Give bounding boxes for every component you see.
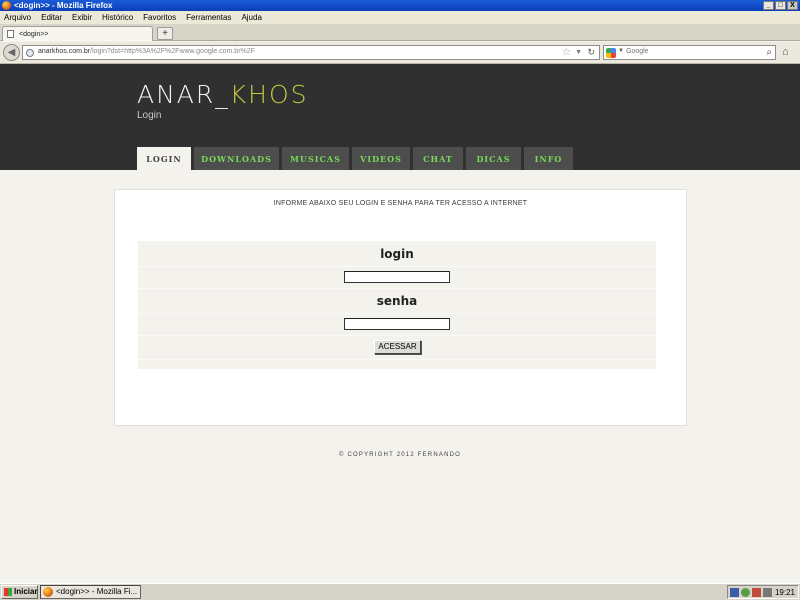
menu-ajuda[interactable]: Ajuda bbox=[241, 11, 261, 24]
menu-arquivo[interactable]: Arquivo bbox=[4, 11, 31, 24]
tab-label: <dogin>> bbox=[19, 30, 49, 38]
senha-input-row bbox=[138, 314, 656, 336]
page-icon bbox=[7, 30, 14, 38]
url-path: /login?dst=http%3A%2F%2Fwww.google.com.b… bbox=[90, 48, 255, 55]
home-icon[interactable]: ⌂ bbox=[782, 46, 789, 58]
navigation-toolbar: ◀ anarkhos.com.br/login?dst=http%3A%2F%2… bbox=[0, 42, 800, 64]
content-box: INFORME ABAIXO SEU LOGIN E SENHA PARA TE… bbox=[114, 189, 687, 426]
windows-logo-icon bbox=[4, 588, 12, 596]
url-bar[interactable]: anarkhos.com.br/login?dst=http%3A%2F%2Fw… bbox=[22, 45, 600, 60]
url-domain: anarkhos.com.br bbox=[38, 48, 91, 55]
google-icon[interactable] bbox=[606, 48, 616, 58]
minimize-button[interactable]: _ bbox=[763, 1, 774, 10]
menu-historico[interactable]: Histórico bbox=[102, 11, 133, 24]
shield-icon[interactable] bbox=[752, 587, 761, 597]
site-identity-icon[interactable] bbox=[26, 49, 34, 57]
network-icon[interactable] bbox=[730, 587, 739, 597]
window-title: <dogin>> - Mozilla Firefox bbox=[14, 1, 113, 10]
window-title-bar[interactable]: <dogin>> - Mozilla Firefox _ □ X bbox=[0, 0, 800, 11]
window-controls: _ □ X bbox=[763, 1, 798, 10]
login-label: login bbox=[380, 247, 414, 261]
back-button[interactable]: ◀ bbox=[3, 44, 20, 61]
nav-info[interactable]: INFO bbox=[524, 147, 573, 170]
nav-dicas[interactable]: DICAS bbox=[466, 147, 521, 170]
nav-login[interactable]: LOGIN bbox=[137, 147, 191, 170]
nav-musicas[interactable]: MUSICAS bbox=[282, 147, 349, 170]
tab-strip: <dogin>> + bbox=[0, 24, 800, 41]
search-bar[interactable]: ▼ Google ⌕ bbox=[603, 45, 776, 60]
login-input-row bbox=[138, 267, 656, 289]
url-text[interactable]: anarkhos.com.br/login?dst=http%3A%2F%2Fw… bbox=[38, 48, 255, 55]
site-nav: LOGIN DOWNLOADS MUSICAS VIDEOS CHAT DICA… bbox=[137, 147, 573, 170]
taskbar: Iniciar <dogin>> - Mozilla Fi... 19:21 bbox=[0, 583, 800, 600]
copyright-footer: © COPYRIGHT 2012 FERNANDO bbox=[339, 452, 461, 458]
maximize-button[interactable]: □ bbox=[775, 1, 786, 10]
logo-accent: KHOS bbox=[229, 80, 309, 109]
login-label-row: login bbox=[138, 241, 656, 267]
page-subtitle: Login bbox=[137, 110, 162, 121]
firefox-icon bbox=[43, 587, 53, 597]
clock[interactable]: 19:21 bbox=[775, 588, 795, 597]
search-input[interactable]: Google bbox=[626, 48, 649, 55]
login-input[interactable] bbox=[344, 271, 450, 283]
site-logo[interactable]: ANAR_KHOS bbox=[137, 80, 309, 109]
menu-editar[interactable]: Editar bbox=[41, 11, 62, 24]
acessar-button[interactable]: ACESSAR bbox=[374, 340, 421, 354]
browser-tab[interactable]: <dogin>> bbox=[2, 26, 153, 41]
close-button[interactable]: X bbox=[787, 1, 798, 10]
volume-icon[interactable] bbox=[763, 587, 772, 597]
taskbar-firefox-item[interactable]: <dogin>> - Mozilla Fi... bbox=[40, 585, 141, 599]
site-header: ANAR_KHOS Login LOGIN DOWNLOADS MUSICAS … bbox=[0, 64, 800, 170]
system-tray: 19:21 bbox=[727, 585, 799, 599]
start-button[interactable]: Iniciar bbox=[1, 585, 38, 599]
menu-favoritos[interactable]: Favoritos bbox=[143, 11, 176, 24]
nav-chat[interactable]: CHAT bbox=[413, 147, 463, 170]
senha-input[interactable] bbox=[344, 318, 450, 330]
menu-exibir[interactable]: Exibir bbox=[72, 11, 92, 24]
new-tab-button[interactable]: + bbox=[157, 27, 173, 40]
start-label: Iniciar bbox=[14, 587, 38, 596]
bookmark-star-icon[interactable]: ☆ bbox=[562, 46, 571, 59]
senha-label: senha bbox=[376, 294, 418, 308]
logo-main: ANAR_ bbox=[137, 80, 230, 109]
reload-icon[interactable]: ↻ bbox=[587, 46, 595, 59]
menu-ferramentas[interactable]: Ferramentas bbox=[186, 11, 231, 24]
search-engine-caret-icon[interactable]: ▼ bbox=[618, 48, 624, 54]
menu-bar: Arquivo Editar Exibir Histórico Favorito… bbox=[0, 11, 800, 24]
firefox-icon bbox=[2, 1, 11, 10]
nav-downloads[interactable]: DOWNLOADS bbox=[194, 147, 279, 170]
search-icon[interactable]: ⌕ bbox=[766, 46, 772, 59]
login-form: login senha ACESSAR bbox=[138, 241, 656, 369]
taskbar-item-label: <dogin>> - Mozilla Fi... bbox=[56, 587, 138, 596]
submit-row: ACESSAR bbox=[138, 336, 656, 360]
senha-label-row: senha bbox=[138, 289, 656, 314]
history-dropdown-icon[interactable]: ▼ bbox=[575, 46, 582, 59]
instruction-text: INFORME ABAIXO SEU LOGIN E SENHA PARA TE… bbox=[273, 200, 528, 207]
nav-videos[interactable]: VIDEOS bbox=[352, 147, 410, 170]
security-icon[interactable] bbox=[741, 587, 750, 597]
